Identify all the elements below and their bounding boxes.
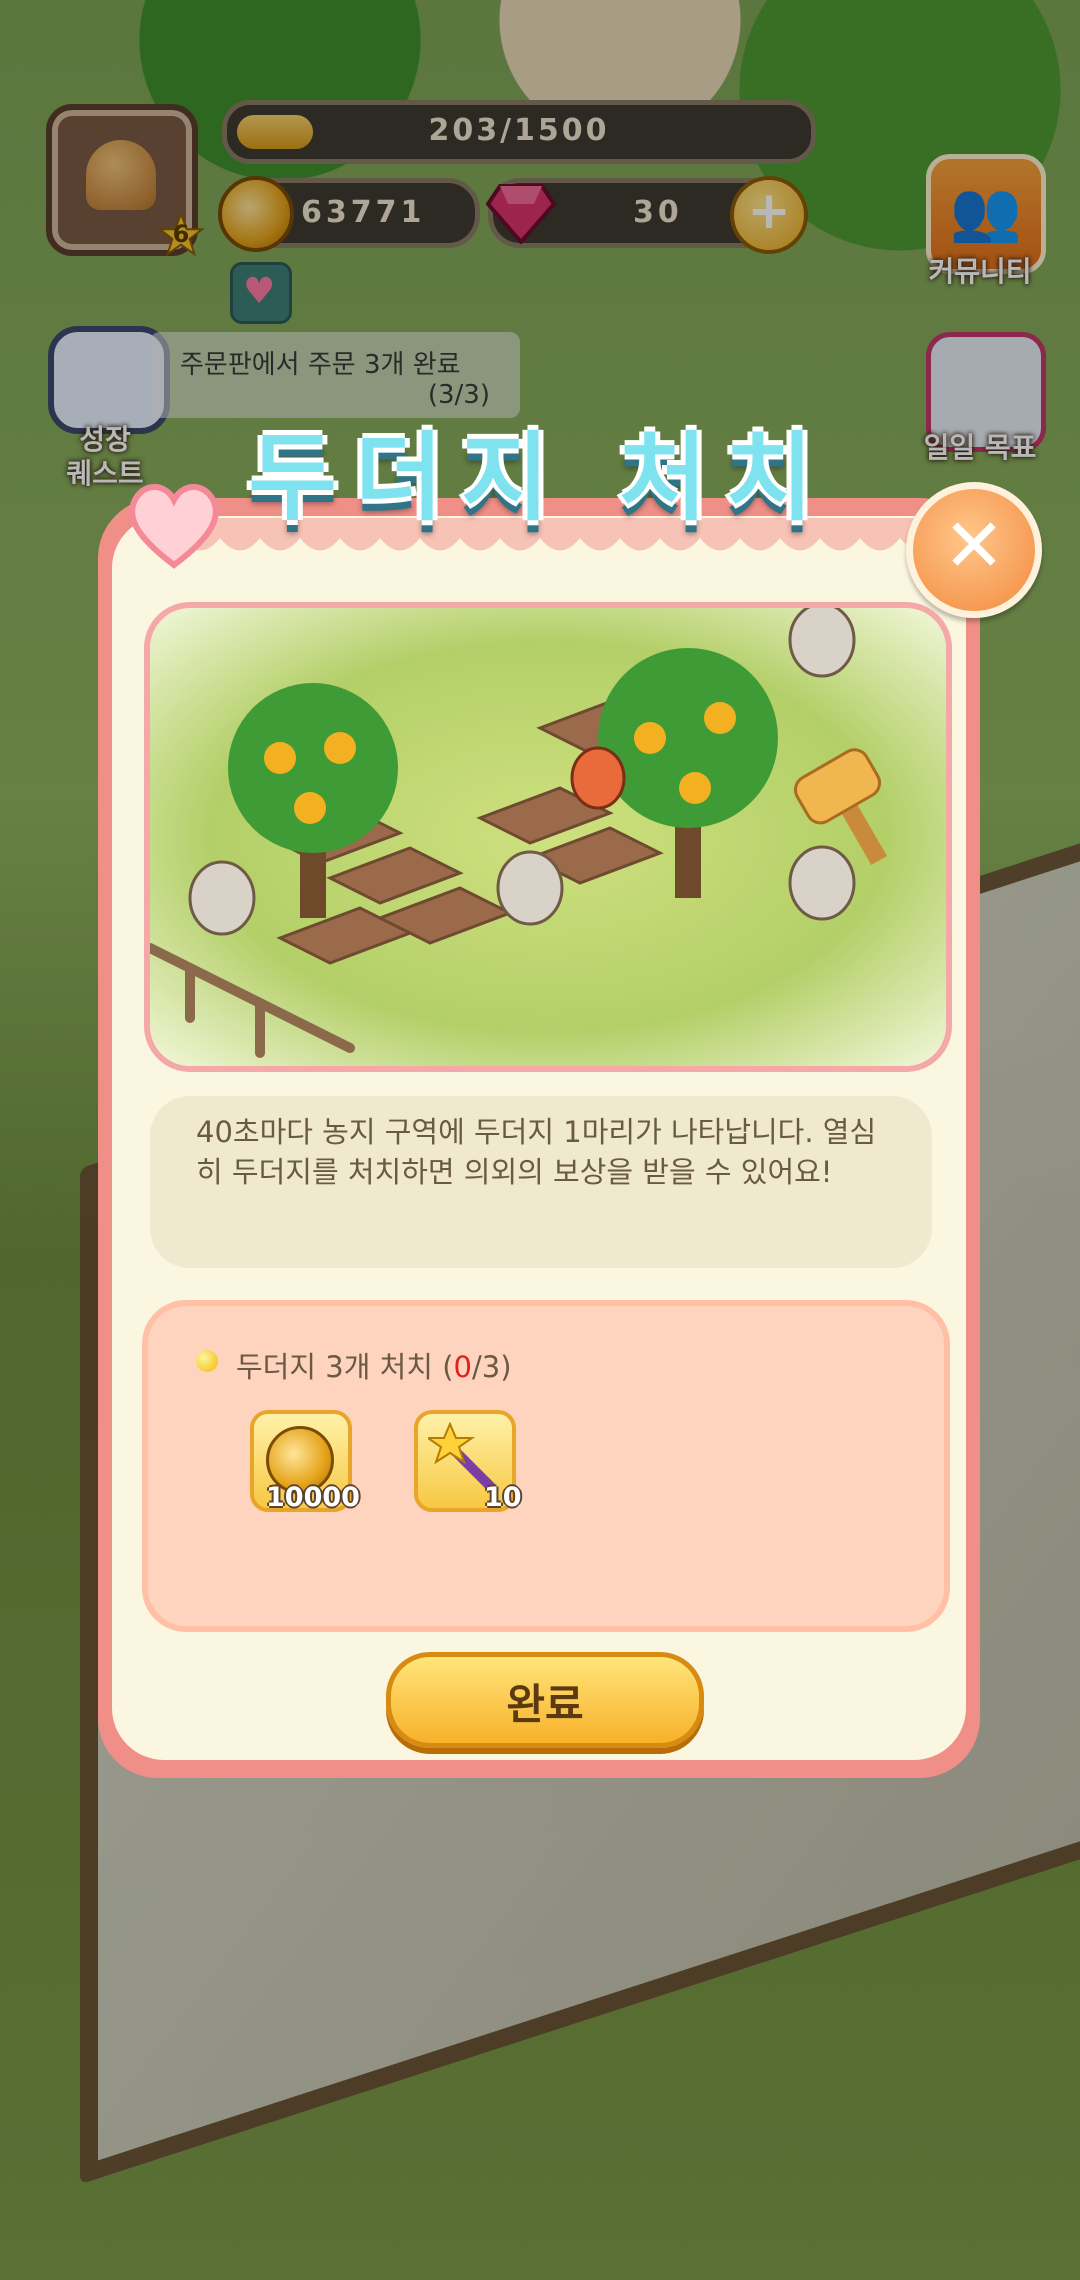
reward-qty-coin: 10000 — [266, 1482, 360, 1513]
mission-progress-current: 0 — [453, 1350, 472, 1384]
mission-progress-total: /3) — [471, 1350, 512, 1384]
close-icon: ✕ — [942, 503, 1005, 589]
close-button[interactable]: ✕ — [906, 482, 1042, 618]
description-box: 40초마다 농지 구역에 두더지 1마리가 나타납니다. 열심히 두더지를 처치… — [150, 1096, 932, 1268]
mission-bullet-icon — [196, 1350, 218, 1372]
dialog-description: 40초마다 농지 구역에 두더지 1마리가 나타납니다. 열심히 두더지를 처치… — [196, 1115, 877, 1189]
reward-qty-wand: 10 — [484, 1482, 522, 1513]
complete-button[interactable]: 완료 — [386, 1652, 704, 1748]
mission-label: 두더지 3개 처치 — [236, 1350, 433, 1384]
complete-button-label: 완료 — [506, 1680, 584, 1729]
whack-a-mole-illustration — [144, 602, 952, 1072]
mission-progress-open: ( — [442, 1350, 454, 1384]
mission-text: 두더지 3개 처치 (0/3) — [236, 1344, 512, 1386]
farm-scene — [150, 608, 887, 1058]
